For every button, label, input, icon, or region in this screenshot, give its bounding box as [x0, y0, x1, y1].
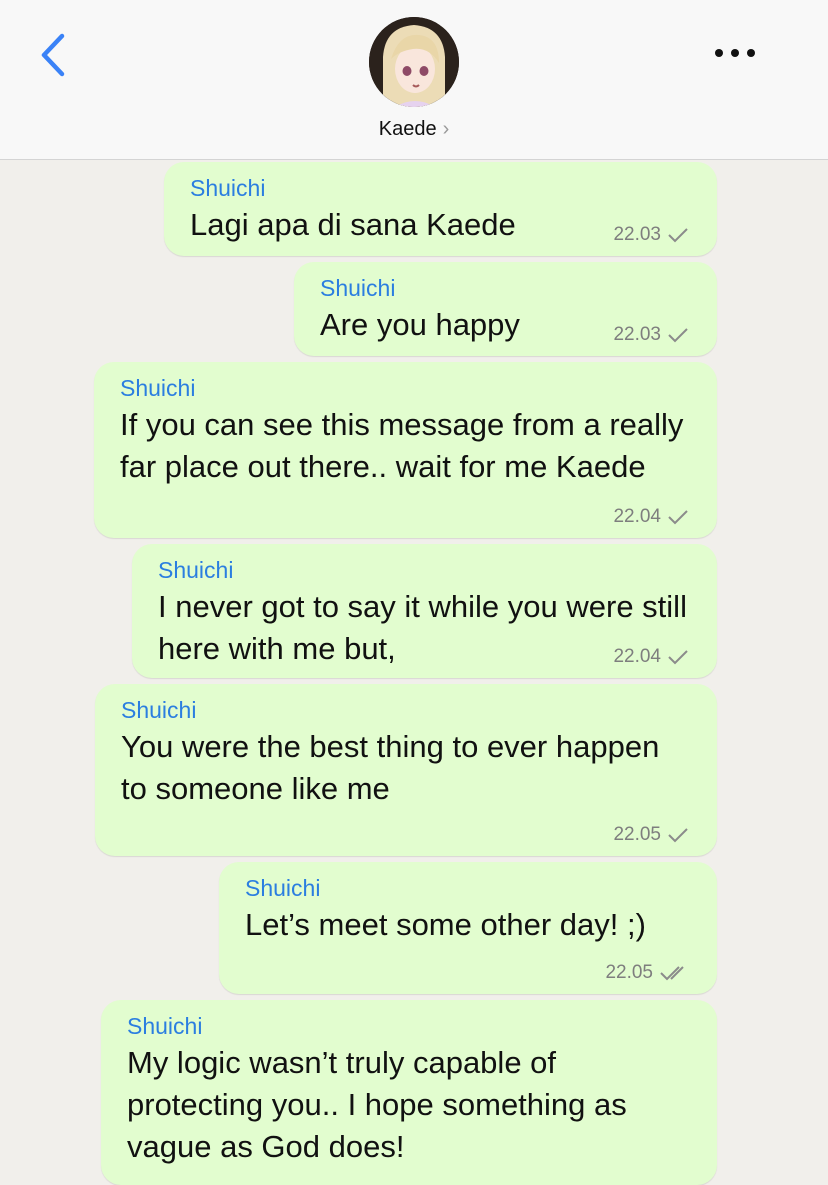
more-horizontal-icon [715, 49, 755, 57]
chevron-right-icon: › [442, 118, 450, 140]
message-sender: Shuichi [320, 275, 396, 301]
double-check-icon [660, 966, 684, 981]
check-icon [668, 328, 688, 343]
message-bubble[interactable]: Shuichi My logic wasn’t truly capable of… [101, 1000, 717, 1185]
back-button[interactable] [36, 32, 72, 78]
message-meta: 22.05 [613, 824, 689, 846]
message-sender: Shuichi [121, 697, 197, 723]
message-meta: 22.03 [613, 224, 689, 246]
message-meta: 22.03 [613, 324, 689, 346]
message-time: 22.05 [613, 824, 661, 845]
message-text: Let’s meet some other day! ;) [245, 907, 646, 942]
avatar-image [369, 17, 459, 107]
chat-header: Kaede › [0, 0, 828, 160]
message-sender: Shuichi [158, 557, 234, 583]
check-icon [668, 510, 688, 525]
message-sender: Shuichi [127, 1013, 203, 1039]
message-time: 22.03 [613, 224, 661, 245]
message-time: 22.03 [613, 324, 661, 345]
message-bubble[interactable]: Shuichi Let’s meet some other day! ;) 22… [219, 862, 717, 994]
message-text: If you can see this message from a reall… [120, 407, 684, 484]
message-bubble[interactable]: Shuichi I never got to say it while you … [132, 544, 717, 678]
contact-name: Kaede [378, 118, 437, 140]
contact-name-link[interactable]: Kaede › [0, 118, 828, 141]
message-bubble[interactable]: Shuichi Lagi apa di sana Kaede 22.03 [164, 162, 717, 256]
check-icon [668, 828, 688, 843]
message-bubble[interactable]: Shuichi If you can see this message from… [94, 362, 717, 538]
check-icon [668, 650, 688, 665]
message-text: You were the best thing to ever happen t… [121, 729, 660, 806]
message-meta: 22.04 [613, 506, 689, 528]
message-sender: Shuichi [245, 875, 321, 901]
message-meta: 22.04 [613, 646, 689, 668]
message-meta: 22.05 [605, 962, 689, 984]
message-text: I never got to say it while you were sti… [158, 589, 687, 666]
message-sender: Shuichi [190, 175, 266, 201]
chevron-left-icon [41, 33, 65, 77]
message-bubble[interactable]: Shuichi Are you happy 22.03 [294, 262, 717, 356]
more-options-button[interactable] [710, 40, 760, 66]
message-time: 22.04 [613, 646, 661, 667]
message-bubble[interactable]: Shuichi You were the best thing to ever … [95, 684, 717, 856]
message-time: 22.04 [613, 506, 661, 527]
message-text: My logic wasn’t truly capable of protect… [127, 1045, 627, 1164]
contact-avatar[interactable] [369, 17, 459, 107]
check-icon [668, 228, 688, 243]
message-time: 22.05 [605, 962, 653, 983]
message-sender: Shuichi [120, 375, 196, 401]
